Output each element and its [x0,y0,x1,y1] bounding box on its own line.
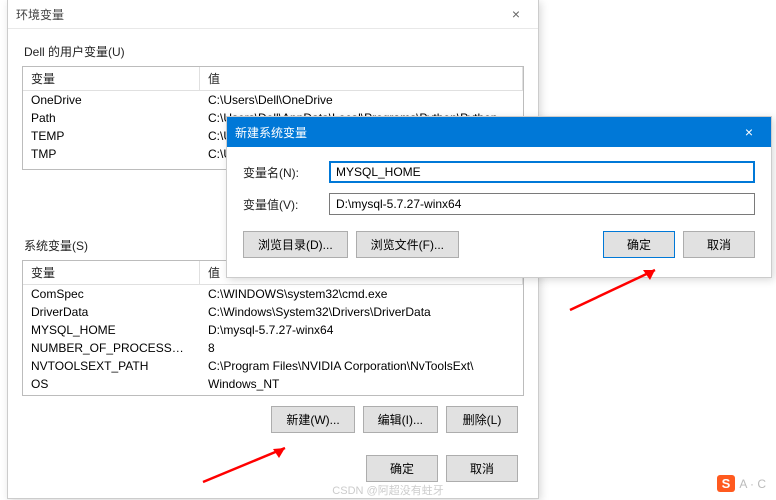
var-value-cell: C:\Windows\System32\Drivers\DriverData [200,303,523,321]
dialog-titlebar: 新建系统变量 × [227,117,771,147]
var-name-cell: Path [23,109,200,127]
sys-vars-table[interactable]: 变量 值 ComSpecC:\WINDOWS\system32\cmd.exeD… [23,261,523,396]
var-name-cell: NVTOOLSEXT_PATH [23,357,200,375]
close-icon[interactable]: × [502,6,530,22]
sys-vars-table-container: 变量 值 ComSpecC:\WINDOWS\system32\cmd.exeD… [22,260,524,396]
var-name-cell: TMP [23,145,200,163]
var-name-cell: MYSQL_HOME [23,321,200,339]
browse-file-button[interactable]: 浏览文件(F)... [356,231,459,258]
var-name-cell: path [23,393,200,396]
col-val-header[interactable]: 值 [200,67,523,91]
var-name-cell: OS [23,375,200,393]
dialog-ok-button[interactable]: 确定 [603,231,675,258]
watermark: S A · C [717,475,766,492]
sys-vars-buttons: 新建(W)... 编辑(I)... 删除(L) [22,396,524,437]
dialog-cancel-button[interactable]: 取消 [683,231,755,258]
main-ok-button[interactable]: 确定 [366,455,438,482]
var-name-cell: DriverData [23,303,200,321]
var-value-cell: C:\WINDOWS\system32\cmd.exe [200,285,523,304]
table-row[interactable]: NUMBER_OF_PROCESSORS8 [23,339,523,357]
sys-edit-button[interactable]: 编辑(I)... [363,406,438,433]
main-footer-buttons: 确定 取消 [22,445,524,486]
table-row[interactable]: DriverDataC:\Windows\System32\Drivers\Dr… [23,303,523,321]
table-row[interactable]: ComSpecC:\WINDOWS\system32\cmd.exe [23,285,523,304]
close-icon[interactable]: × [735,124,763,140]
main-titlebar: 环境变量 × [8,0,538,29]
var-value-cell: C:\Users\Dell\OneDrive [200,91,523,110]
var-name-cell: ComSpec [23,285,200,304]
main-cancel-button[interactable]: 取消 [446,455,518,482]
main-title: 环境变量 [16,6,64,23]
col-var-header[interactable]: 变量 [23,261,200,285]
table-row[interactable]: OneDriveC:\Users\Dell\OneDrive [23,91,523,110]
var-name-cell: OneDrive [23,91,200,110]
var-value-cell: 8 [200,339,523,357]
var-name-cell: TEMP [23,127,200,145]
col-var-header[interactable]: 变量 [23,67,200,91]
csdn-credit: CSDN @阿超没有蛀牙 [332,482,443,498]
table-row[interactable]: OSWindows_NT [23,375,523,393]
user-vars-label: Dell 的用户变量(U) [24,43,524,60]
var-value-cell: Windows_NT [200,375,523,393]
var-name-label: 变量名(N): [243,164,329,181]
var-value-cell: C:\Program Files\NVIDIA Corporation\NvTo… [200,357,523,375]
table-row[interactable]: NVTOOLSEXT_PATHC:\Program Files\NVIDIA C… [23,357,523,375]
new-system-var-dialog: 新建系统变量 × 变量名(N): 变量值(V): 浏览目录(D)... 浏览文件… [226,116,772,278]
browse-dir-button[interactable]: 浏览目录(D)... [243,231,348,258]
var-name-cell: NUMBER_OF_PROCESSORS [23,339,200,357]
var-value-input[interactable] [329,193,755,215]
table-row[interactable]: MYSQL_HOMED:\mysql-5.7.27-winx64 [23,321,523,339]
table-row[interactable]: pathE:\opencv420\build\install\x64\vc14\… [23,393,523,396]
var-name-input[interactable] [329,161,755,183]
watermark-badge: S [717,475,736,492]
watermark-text: A · C [739,477,766,491]
dialog-footer-buttons: 浏览目录(D)... 浏览文件(F)... 确定 取消 [227,225,771,270]
dialog-title: 新建系统变量 [235,124,307,141]
var-value-label: 变量值(V): [243,196,329,213]
sys-delete-button[interactable]: 删除(L) [446,406,518,433]
var-value-cell: E:\opencv420\build\install\x64\vc14\bin;… [200,393,523,396]
var-value-cell: D:\mysql-5.7.27-winx64 [200,321,523,339]
sys-new-button[interactable]: 新建(W)... [271,406,354,433]
